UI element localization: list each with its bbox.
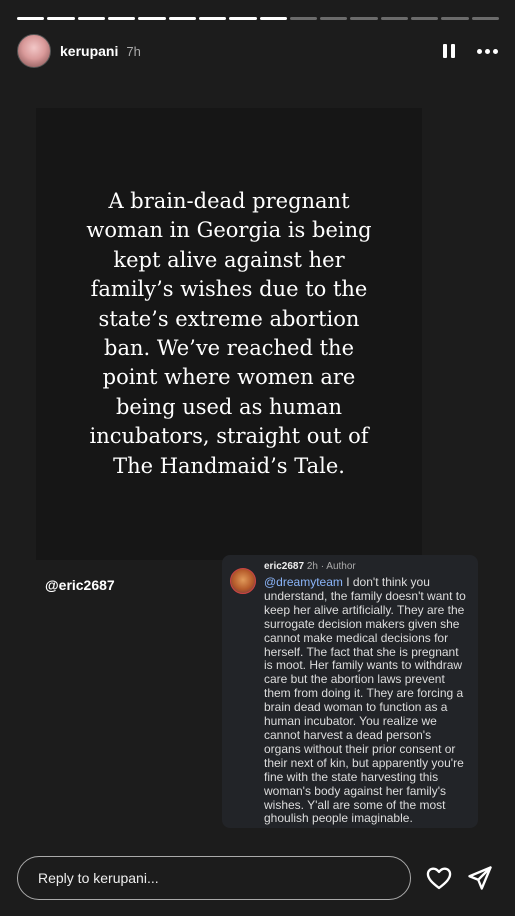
story-progress-bar [17, 17, 499, 20]
comment-body: eric2687 2h · Author @dreamyteam I don't… [264, 561, 470, 825]
shared-post-card[interactable]: A brain-dead pregnant woman in Georgia i… [36, 108, 422, 560]
mention-sticker[interactable]: @eric2687 [45, 577, 115, 593]
progress-segment [471, 17, 499, 20]
progress-segment [138, 17, 166, 20]
comment-content: I don't think you understand, the family… [264, 575, 466, 826]
comment-meta: eric2687 2h · Author [264, 561, 470, 573]
progress-segment [107, 17, 136, 20]
comment-time-author: 2h · Author [306, 561, 356, 572]
progress-segment [320, 17, 348, 20]
comment-mention: @dreamyteam [264, 575, 343, 589]
progress-segment [47, 17, 75, 20]
comment-text: @dreamyteam I don't think you understand… [264, 575, 470, 826]
progress-segment [350, 17, 378, 20]
comment-username: eric2687 [264, 561, 305, 572]
username[interactable]: kerupani [60, 43, 118, 59]
post-time: 7h [126, 43, 141, 59]
progress-segment [77, 17, 105, 20]
avatar[interactable] [17, 34, 51, 68]
progress-segment [441, 17, 469, 20]
heart-icon[interactable] [425, 864, 453, 892]
comment-sticker[interactable]: eric2687 2h · Author @dreamyteam I don't… [222, 555, 478, 828]
progress-segment [411, 17, 439, 20]
progress-segment [229, 17, 257, 20]
progress-segment [289, 17, 318, 20]
comment-avatar [230, 568, 256, 594]
progress-segment [380, 17, 409, 20]
reply-input[interactable]: Reply to kerupani... [17, 856, 411, 900]
story-header: kerupani 7h [17, 34, 498, 68]
progress-segment [168, 17, 196, 20]
send-icon[interactable] [466, 864, 494, 892]
pause-icon[interactable] [443, 44, 455, 58]
progress-segment [259, 17, 287, 20]
header-controls [443, 44, 498, 58]
progress-segment [17, 17, 45, 20]
post-text: A brain-dead pregnant woman in Georgia i… [86, 188, 372, 478]
progress-segment [198, 17, 227, 20]
more-icon[interactable] [477, 48, 498, 54]
